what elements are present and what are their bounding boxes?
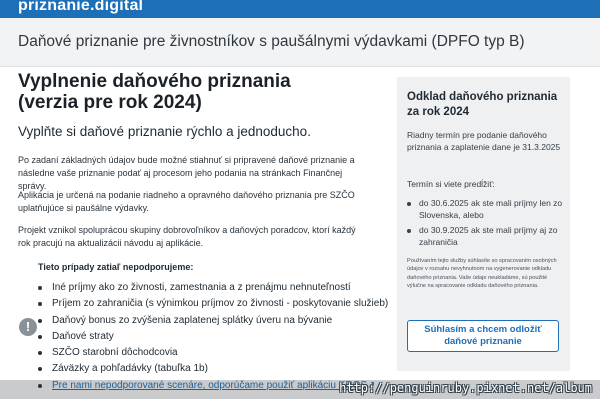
deadline-text: Riadny termín pre podanie daňového prizn… [407, 130, 561, 152]
defer-submit-button[interactable]: Súhlasím a chcem odložiť daňové priznani… [407, 320, 559, 352]
sidebar-title: Odklad daňového priznania za rok 2024 [407, 91, 558, 118]
list-item: do 30.6.2025 ak ste mali príjmy len zo S… [407, 198, 567, 221]
extend-list: do 30.6.2025 ak ste mali príjmy len zo S… [407, 198, 567, 252]
page-subheader: Daňové priznanie pre živnostníkov s pauš… [0, 18, 600, 67]
list-item: SZČO starobní dôchodcovia [38, 345, 378, 361]
page-title-line-2: (verzia pre rok 2024) [18, 92, 202, 113]
consent-text: Používaním tejto služby súhlasíte so spr… [407, 258, 557, 289]
list-item: Daňový bonus zo zvýšenia zaplatenej splá… [38, 313, 378, 329]
top-navbar: priznanie.digital [0, 0, 600, 18]
purpose-paragraph: Aplikácia je určená na podanie riadneho … [18, 190, 355, 213]
list-item: Iné príjmy ako zo živnosti, zamestnania … [38, 280, 378, 296]
list-item: Záväzky a pohľadávky (tabuľka 1b) [38, 361, 378, 377]
subheader-title: Daňové priznanie pre živnostníkov s pauš… [18, 33, 525, 50]
intro-paragraph: Po zadaní základných údajov bude možné s… [18, 155, 355, 191]
list-item: Daňové straty [38, 329, 378, 345]
unsupported-cases: Tieto prípady zatiaľ nepodporujeme: Iné … [38, 262, 388, 394]
extend-label: Termín si viete predĺžiť: [407, 179, 495, 189]
exclamation-circle-icon: ! [19, 318, 37, 336]
list-item: do 30.9.2025 ak ste mali príjmy aj zo za… [407, 225, 567, 248]
page-title: Vyplnenie daňového priznania (verzia pre… [18, 71, 378, 113]
unsupported-heading: Tieto prípady zatiaľ nepodporujeme: [38, 262, 194, 272]
list-item: Príjem zo zahraničia (s výnimkou príjmov… [38, 296, 388, 312]
unsupported-list: Iné príjmy ako zo živnosti, zamestnania … [38, 280, 388, 394]
lead-text: Vyplňte si daňové priznanie rýchlo a jed… [18, 124, 311, 139]
deferral-sidebar: Odklad daňového priznania za rok 2024 Ri… [397, 77, 570, 371]
project-paragraph: Projekt vznikol spoluprácou skupiny dobr… [18, 225, 356, 248]
brand-logo[interactable]: priznanie.digital [18, 0, 143, 15]
page-title-line-1: Vyplnenie daňového priznania [18, 71, 291, 92]
watermark-text: http://penguinruby.pixnet.net/album [339, 381, 592, 395]
